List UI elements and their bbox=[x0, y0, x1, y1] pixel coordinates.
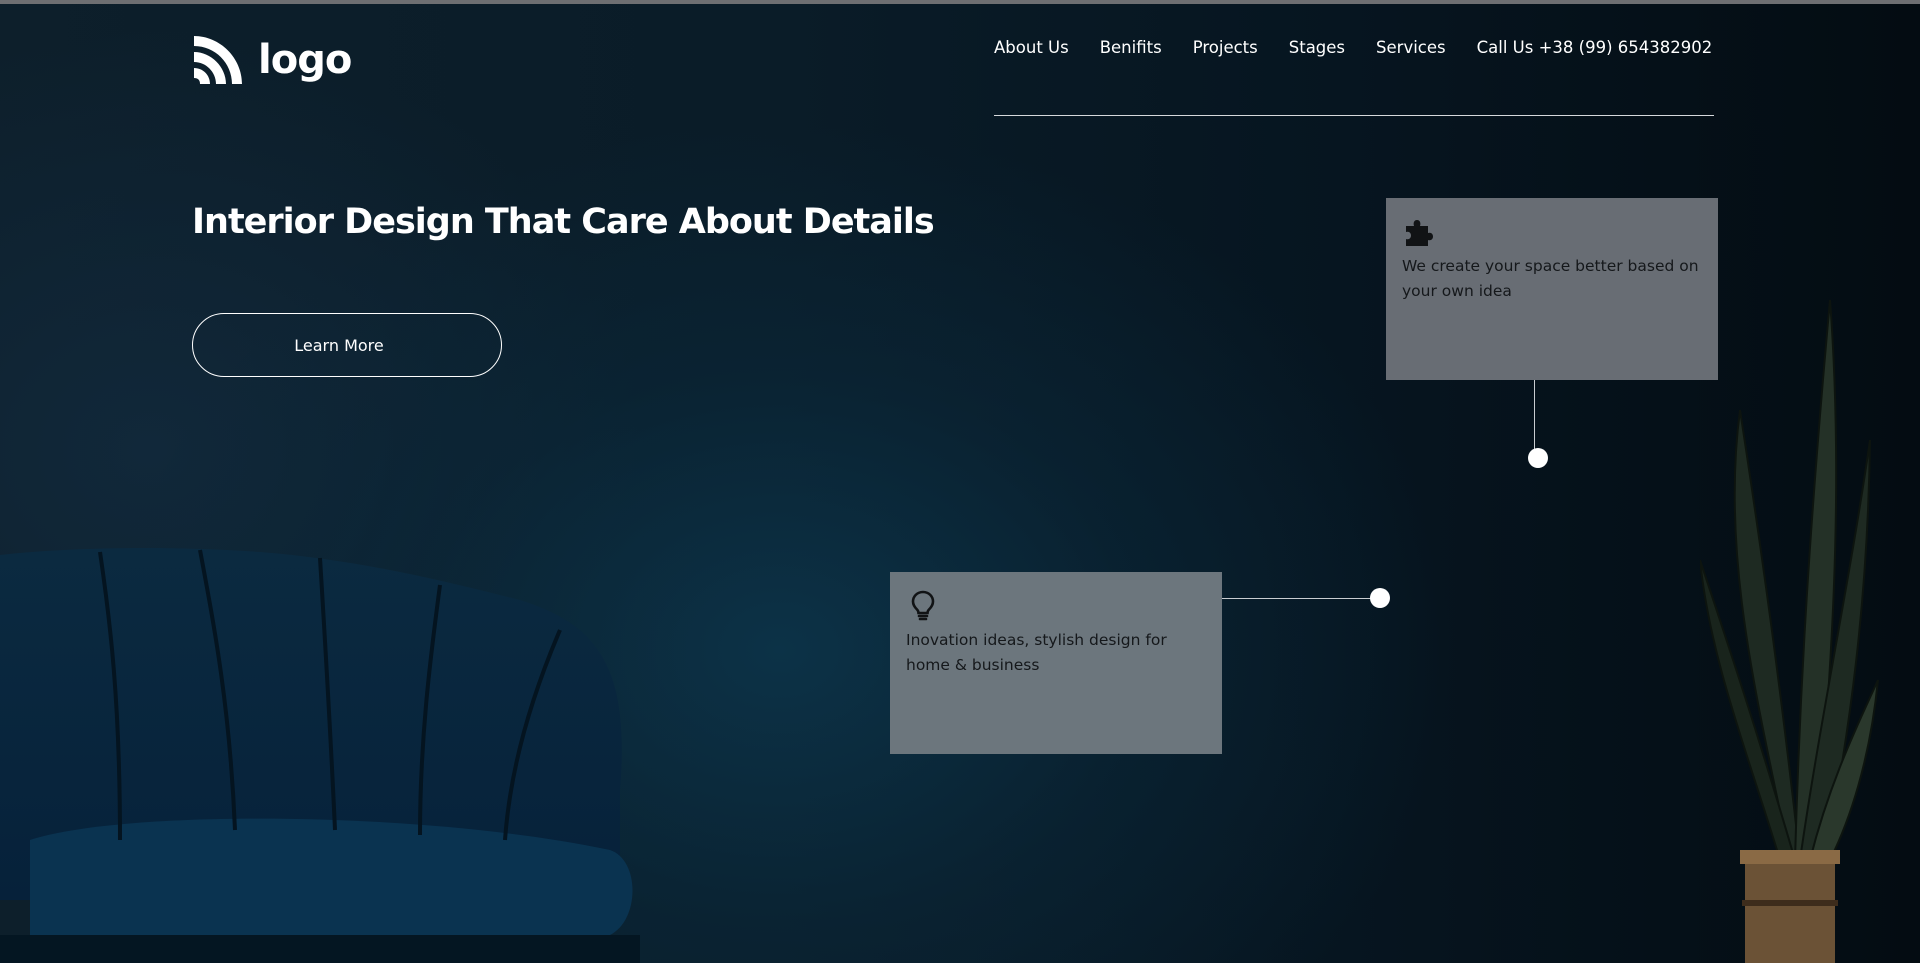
puzzle-piece-icon bbox=[1406, 220, 1433, 246]
nav-call-us[interactable]: Call Us +38 (99) 654382902 bbox=[1477, 38, 1713, 57]
hero-title: Interior Design That Care About Details bbox=[192, 202, 935, 242]
feature-card-text: Inovation ideas, stylish design for home… bbox=[906, 631, 1167, 674]
connector-line bbox=[1534, 380, 1535, 458]
nav-services[interactable]: Services bbox=[1376, 38, 1446, 57]
nav-projects[interactable]: Projects bbox=[1193, 38, 1258, 57]
nav-stages[interactable]: Stages bbox=[1289, 38, 1345, 57]
main-nav: About Us Benifits Projects Stages Servic… bbox=[994, 38, 1712, 57]
feature-card-space: We create your space better based on you… bbox=[1386, 198, 1718, 380]
connector-dot bbox=[1528, 448, 1548, 468]
feature-card-text: We create your space better based on you… bbox=[1402, 257, 1699, 300]
page: logo About Us Benifits Projects Stages S… bbox=[0, 0, 1920, 963]
logo[interactable]: logo bbox=[192, 34, 352, 86]
plant-image bbox=[1700, 299, 1879, 963]
feature-card-innovation: Inovation ideas, stylish design for home… bbox=[890, 572, 1222, 754]
nav-divider bbox=[994, 115, 1714, 116]
browser-top-strip bbox=[0, 0, 1920, 4]
lightbulb-icon bbox=[911, 590, 935, 621]
logo-text: logo bbox=[258, 37, 352, 83]
connector-line bbox=[1222, 598, 1380, 599]
nav-benifits[interactable]: Benifits bbox=[1100, 38, 1162, 57]
connector-dot bbox=[1370, 588, 1390, 608]
armchair-image bbox=[0, 548, 640, 963]
learn-more-button[interactable]: Learn More bbox=[192, 313, 502, 377]
nav-about-us[interactable]: About Us bbox=[994, 38, 1069, 57]
wave-stripes-logo-icon bbox=[194, 36, 242, 84]
